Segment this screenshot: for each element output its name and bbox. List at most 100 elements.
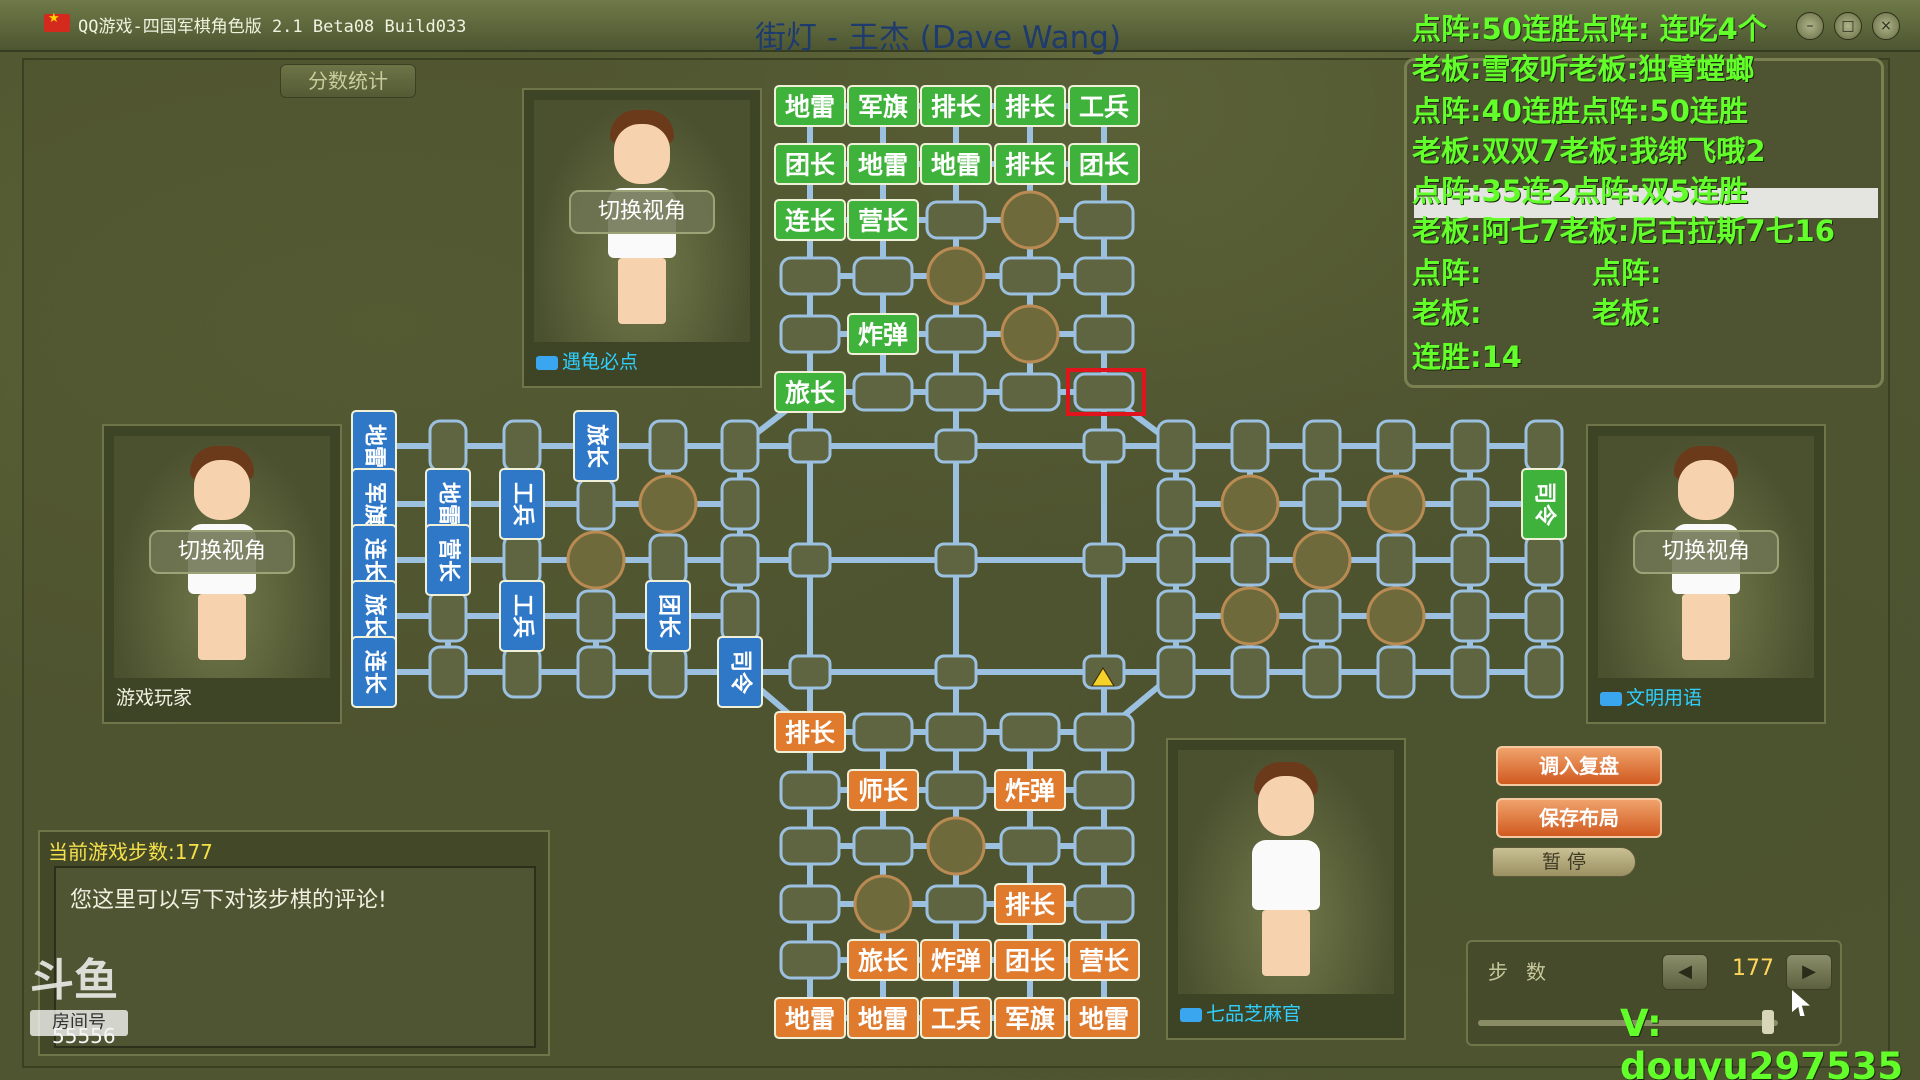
board-cell[interactable] <box>576 645 616 699</box>
board-cell[interactable] <box>1376 645 1416 699</box>
board-cell[interactable] <box>720 589 760 643</box>
board-cell[interactable] <box>1524 419 1564 473</box>
board-cell[interactable] <box>788 428 832 464</box>
pause-button[interactable]: 暂 停 <box>1492 847 1636 877</box>
board-cell[interactable] <box>1156 477 1196 531</box>
board-cell[interactable] <box>1450 645 1490 699</box>
board-cell[interactable] <box>720 533 760 587</box>
board-cell[interactable] <box>999 826 1061 866</box>
board-cell[interactable] <box>925 314 987 354</box>
board-cell[interactable] <box>1073 314 1135 354</box>
board-cell[interactable] <box>779 826 841 866</box>
prev-step-button[interactable]: ◀ <box>1662 954 1708 990</box>
board-cell[interactable] <box>852 256 914 296</box>
board-cell[interactable] <box>720 477 760 531</box>
board-cell[interactable] <box>1073 256 1135 296</box>
board-cell[interactable] <box>428 589 468 643</box>
camp-cell[interactable] <box>1000 304 1060 364</box>
board-cell[interactable] <box>1230 533 1270 587</box>
board-cell[interactable] <box>1524 533 1564 587</box>
board-cell[interactable] <box>1302 477 1342 531</box>
board-cell[interactable] <box>648 645 688 699</box>
camp-cell[interactable] <box>638 474 698 534</box>
board-cell[interactable] <box>999 372 1061 412</box>
overlay-line: 点阵:35连2点阵:双5连胜 <box>1412 174 1748 208</box>
board-cell[interactable] <box>779 314 841 354</box>
board-cell[interactable] <box>648 533 688 587</box>
board-cell[interactable] <box>1450 477 1490 531</box>
board-cell[interactable] <box>1156 645 1196 699</box>
camp-cell[interactable] <box>1220 474 1280 534</box>
board-cell[interactable] <box>925 770 987 810</box>
board-cell[interactable] <box>779 940 841 980</box>
board-cell[interactable] <box>1156 419 1196 473</box>
camp-cell[interactable] <box>1366 474 1426 534</box>
piece-label: 炸弹 <box>858 321 908 350</box>
board-cell[interactable] <box>788 542 832 578</box>
board-cell[interactable] <box>925 884 987 924</box>
board-cell[interactable] <box>1230 645 1270 699</box>
board-cell[interactable] <box>925 712 987 752</box>
board-cell[interactable] <box>852 826 914 866</box>
board-cell[interactable] <box>502 533 542 587</box>
board-cell[interactable] <box>1073 372 1135 412</box>
board-cell[interactable] <box>428 645 468 699</box>
camp-cell[interactable] <box>566 530 626 590</box>
board-cell[interactable] <box>925 200 987 240</box>
board-cell[interactable] <box>1073 770 1135 810</box>
board-cell[interactable] <box>925 372 987 412</box>
board-cell[interactable] <box>720 419 760 473</box>
piece-label: 司令 <box>1532 482 1558 527</box>
camp-cell[interactable] <box>1220 586 1280 646</box>
board-cell[interactable] <box>576 589 616 643</box>
board-cell[interactable] <box>852 712 914 752</box>
board-cell[interactable] <box>1302 589 1342 643</box>
camp-cell[interactable] <box>1292 530 1352 590</box>
camp-cell[interactable] <box>853 874 913 934</box>
board-cell[interactable] <box>1450 419 1490 473</box>
board-cell[interactable] <box>999 712 1061 752</box>
board-cell[interactable] <box>1524 645 1564 699</box>
board-cell[interactable] <box>1302 645 1342 699</box>
board-cell[interactable] <box>779 770 841 810</box>
board-cell[interactable] <box>1450 533 1490 587</box>
board-cell[interactable] <box>1376 533 1416 587</box>
board-cell[interactable] <box>502 419 542 473</box>
camp-cell[interactable] <box>1366 586 1426 646</box>
camp-cell[interactable] <box>926 816 986 876</box>
board-cell[interactable] <box>779 256 841 296</box>
board-cell[interactable] <box>1073 200 1135 240</box>
board-cell[interactable] <box>1156 533 1196 587</box>
board-cell[interactable] <box>934 428 978 464</box>
board-cell[interactable] <box>1073 884 1135 924</box>
next-step-button[interactable]: ▶ <box>1786 954 1832 990</box>
load-replay-button[interactable]: 调入复盘 <box>1496 746 1662 786</box>
board-cell[interactable] <box>576 477 616 531</box>
board-cell[interactable] <box>428 419 468 473</box>
board-cell[interactable] <box>999 256 1061 296</box>
save-layout-button[interactable]: 保存布局 <box>1496 798 1662 838</box>
board-cell[interactable] <box>779 884 841 924</box>
board-cell[interactable] <box>852 372 914 412</box>
camp-cell[interactable] <box>1000 190 1060 250</box>
board-cell[interactable] <box>502 645 542 699</box>
overlay-line: 点阵:40连胜点阵:50连胜 <box>1412 94 1748 128</box>
board-cell[interactable] <box>1302 419 1342 473</box>
piece-label: 团长 <box>785 151 836 180</box>
board-cell[interactable] <box>1082 542 1126 578</box>
board-cell[interactable] <box>1082 428 1126 464</box>
board-cell[interactable] <box>934 654 978 690</box>
board-cell[interactable] <box>1524 589 1564 643</box>
board-cell[interactable] <box>1450 589 1490 643</box>
board-cell[interactable] <box>1376 419 1416 473</box>
board-cell[interactable] <box>1156 589 1196 643</box>
board-cell[interactable] <box>1073 826 1135 866</box>
board-cell[interactable] <box>648 419 688 473</box>
board-cell[interactable] <box>934 542 978 578</box>
board-cell[interactable] <box>788 654 832 690</box>
camp-cell[interactable] <box>926 246 986 306</box>
board-cell[interactable] <box>1073 712 1135 752</box>
board-cell[interactable] <box>1230 419 1270 473</box>
piece-label: 营长 <box>1079 947 1130 976</box>
piece-label: 排长 <box>1005 151 1056 180</box>
